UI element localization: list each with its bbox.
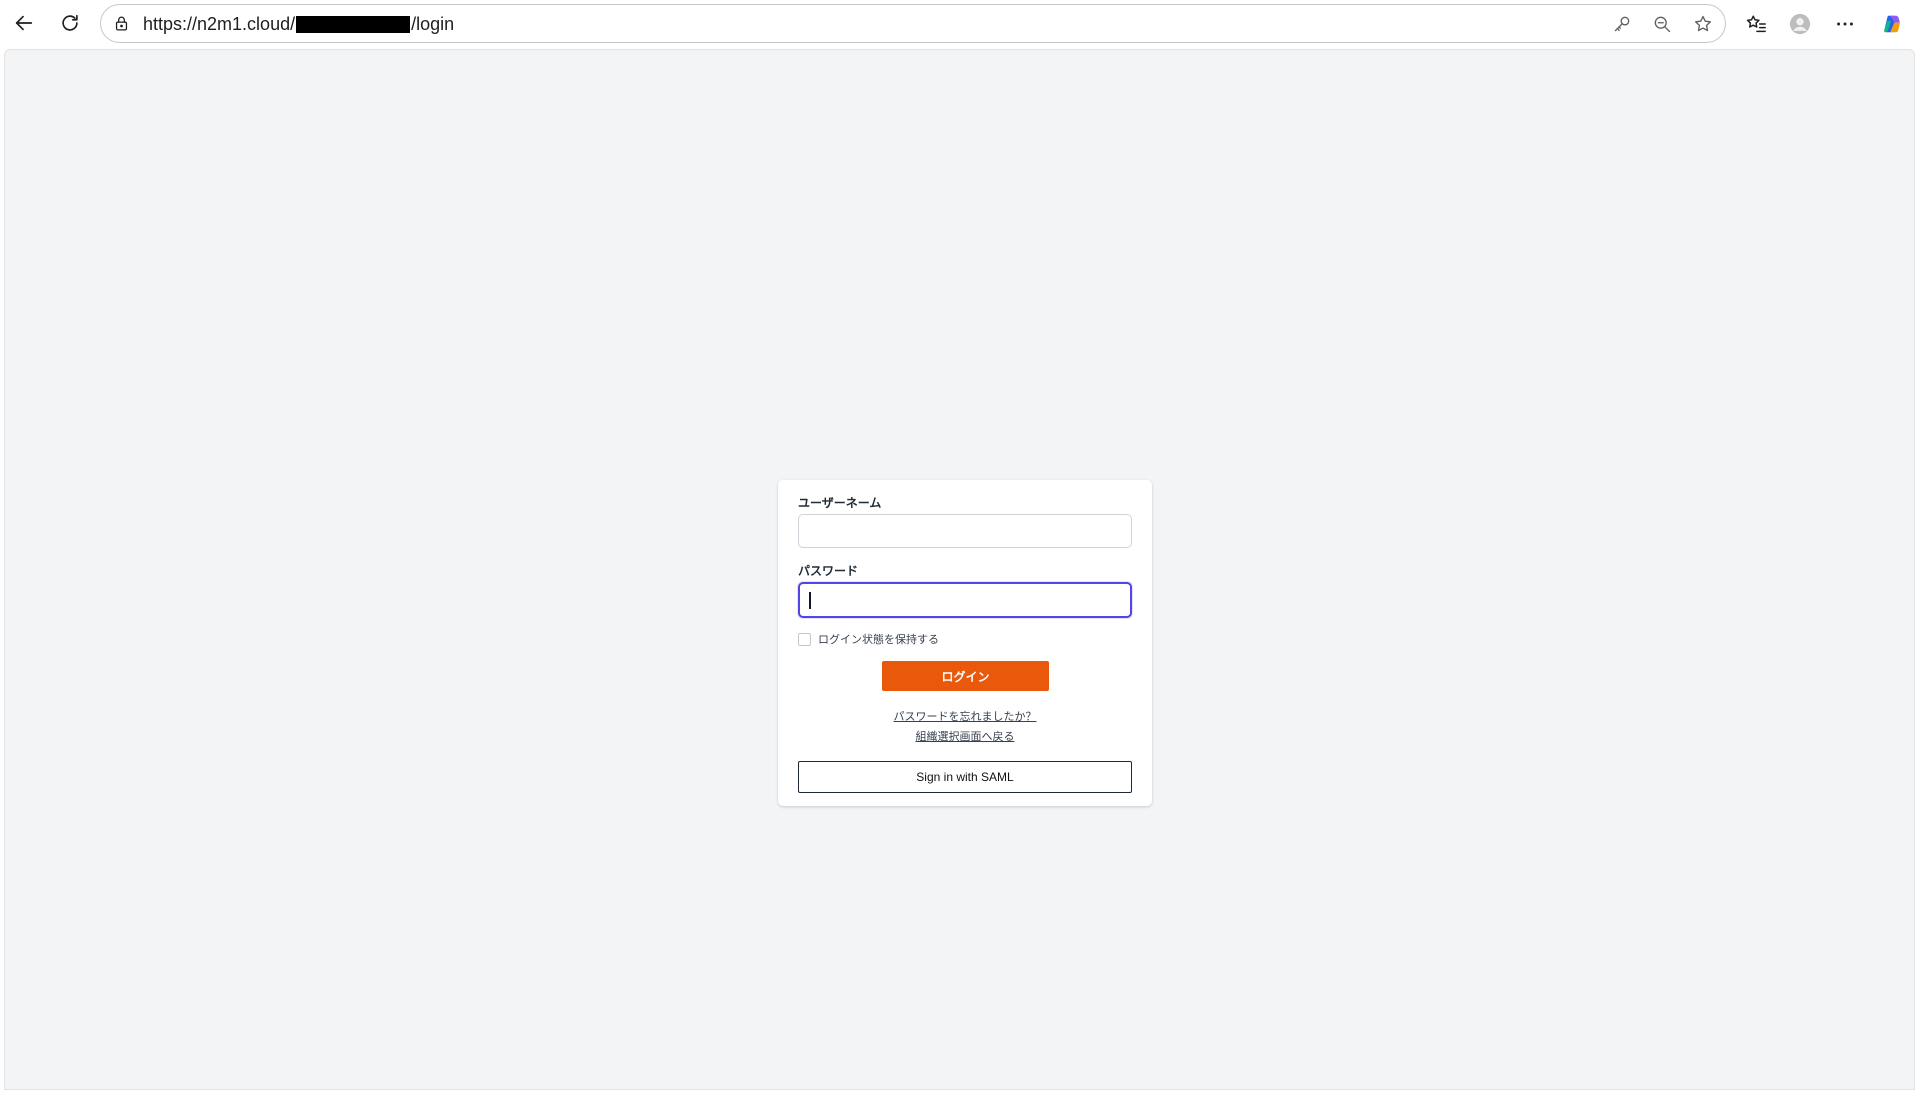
star-icon[interactable] (1689, 11, 1717, 37)
login-card: ユーザーネーム パスワード ログイン状態を保持する ログイン パスワードを忘れま… (778, 480, 1152, 806)
remember-me-checkbox[interactable] (798, 632, 811, 646)
address-bar[interactable]: https://n2m1.cloud/ /login (100, 4, 1726, 43)
profile-icon[interactable] (1782, 6, 1818, 42)
back-arrow-icon (15, 15, 33, 31)
url-prefix: https://n2m1.cloud/ (143, 13, 296, 34)
page-viewport: ユーザーネーム パスワード ログイン状態を保持する ログイン パスワードを忘れま… (4, 49, 1915, 1090)
lock-icon[interactable] (111, 13, 131, 33)
remember-me-label[interactable]: ログイン状態を保持する (818, 631, 939, 647)
forgot-password-link[interactable]: パスワードを忘れましたか？ (778, 708, 1152, 724)
reload-button[interactable] (52, 5, 88, 41)
browser-toolbar: https://n2m1.cloud/ /login (0, 0, 1919, 47)
back-to-organization-link[interactable]: 組織選択画面へ戻る (778, 728, 1152, 744)
url-text[interactable]: https://n2m1.cloud/ /login (143, 14, 454, 34)
username-input[interactable] (798, 514, 1132, 548)
login-button[interactable]: ログイン (882, 661, 1049, 691)
zoom-out-icon[interactable] (1648, 11, 1676, 37)
back-button[interactable] (6, 5, 42, 41)
password-label: パスワード (798, 564, 859, 578)
url-redacted-segment (296, 15, 411, 33)
favorites-icon[interactable] (1738, 6, 1774, 42)
reload-icon (62, 14, 78, 31)
saml-signin-button[interactable]: Sign in with SAML (798, 761, 1132, 793)
password-input[interactable] (798, 582, 1132, 618)
remember-me-row[interactable]: ログイン状態を保持する (798, 631, 939, 647)
key-icon[interactable] (1608, 11, 1636, 37)
text-caret (809, 592, 811, 609)
more-icon[interactable] (1827, 6, 1863, 42)
username-label: ユーザーネーム (798, 496, 882, 510)
url-suffix: /login (411, 13, 455, 34)
copilot-icon[interactable] (1874, 6, 1910, 42)
